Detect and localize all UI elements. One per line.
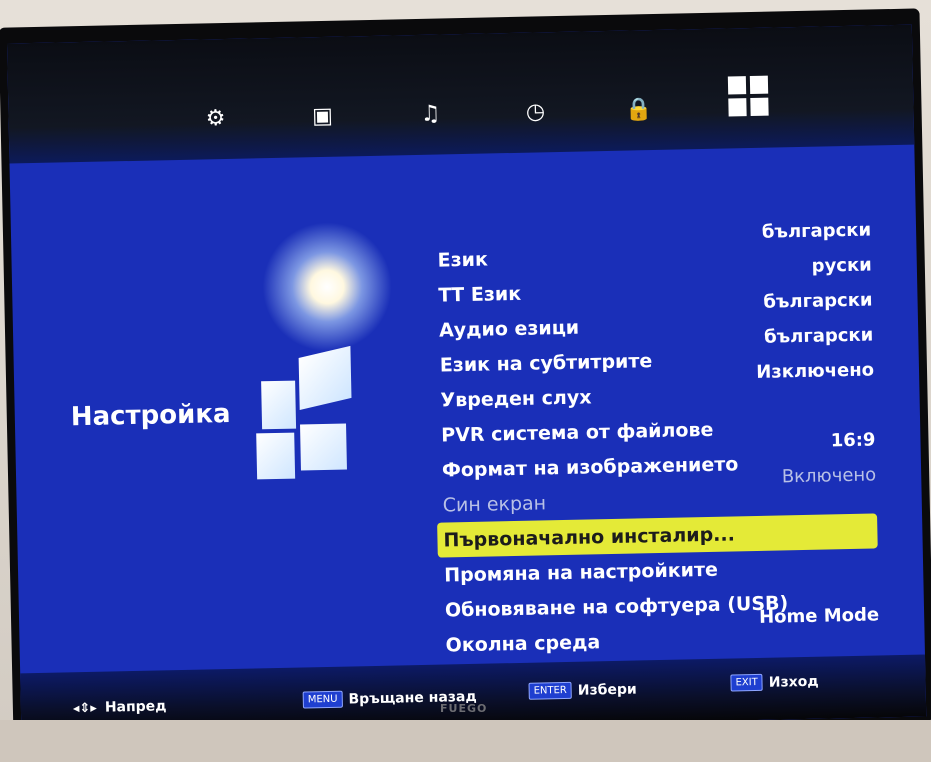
hint-exit: EXIT Изход [730, 673, 819, 692]
menu-item-value: български [761, 219, 872, 243]
hint-next-label: Напред [104, 698, 167, 716]
menu-item-label: Околна среда [445, 630, 601, 656]
settings-menu: Език български ТТ Език руски Аудио езици… [431, 219, 880, 662]
menu-item-label: Език на субтитрите [439, 349, 653, 377]
menu-item-label: ТТ Език [438, 282, 522, 307]
gear-icon: ⚙ [205, 105, 226, 131]
menu-item-label: Език [437, 248, 489, 272]
lock-icon: 🔒 [624, 96, 653, 123]
monitor-icon: ▣ [311, 103, 334, 129]
menu-item-label: Промяна на настройките [443, 558, 719, 587]
light-glow [260, 220, 394, 354]
exit-key-icon: EXIT [730, 673, 763, 692]
menu-item-label: Увреден слух [440, 385, 592, 412]
section-title: Настройка [70, 398, 231, 433]
menu-item-value: руски [811, 254, 873, 277]
menu-item-value: български [763, 324, 874, 348]
menu-item-label: Аудио езици [438, 316, 580, 342]
music-note-icon: ♫ [420, 100, 441, 127]
grid-settings-icon [727, 75, 769, 117]
tab-setup[interactable] [724, 72, 773, 121]
menu-item-value: Включено [781, 464, 877, 488]
menu-item-value: 16:9 [830, 429, 876, 452]
menu-item-label: PVR система от файлове [441, 418, 714, 447]
clock-icon: ◷ [525, 98, 546, 125]
menu-item-label: Обновяване на софтуера (USB) [444, 591, 789, 622]
enter-key-icon: ENTER [528, 681, 573, 700]
tv-bezel: ⚙ ▣ ♫ ◷ 🔒 Настройка Език български ТТ Ез… [0, 8, 931, 740]
tv-stand-surface [0, 720, 931, 762]
tab-display[interactable]: ▣ [305, 99, 340, 134]
tv-screen: ⚙ ▣ ♫ ◷ 🔒 Настройка Език български ТТ Ез… [6, 24, 927, 736]
hint-next: ◂⇕▸ Напред [73, 698, 167, 716]
menu-item-value: български [763, 289, 873, 313]
hint-select: ENTER Избери [528, 681, 637, 700]
brand-logo: FUEGO [440, 702, 488, 715]
menu-key-icon: MENU [302, 690, 343, 709]
tab-lock[interactable]: 🔒 [621, 92, 656, 127]
arrows-icon: ◂⇕▸ [72, 700, 98, 716]
menu-item-label: Първоначално инсталир... [443, 522, 736, 552]
menu-item-value: Home Mode [758, 604, 880, 628]
menu-item-label: Син екран [442, 491, 547, 517]
tab-time[interactable]: ◷ [518, 94, 553, 129]
hint-select-label: Избери [577, 681, 637, 699]
top-tab-bar: ⚙ ▣ ♫ ◷ 🔒 [6, 24, 915, 164]
setup-tiles-icon [249, 345, 372, 483]
tab-picture-settings[interactable]: ⚙ [198, 101, 233, 136]
tab-sound[interactable]: ♫ [413, 96, 448, 131]
hint-exit-label: Изход [768, 673, 819, 691]
menu-item-label: Формат на изображението [441, 452, 739, 482]
menu-item-value: Изключено [756, 359, 875, 383]
